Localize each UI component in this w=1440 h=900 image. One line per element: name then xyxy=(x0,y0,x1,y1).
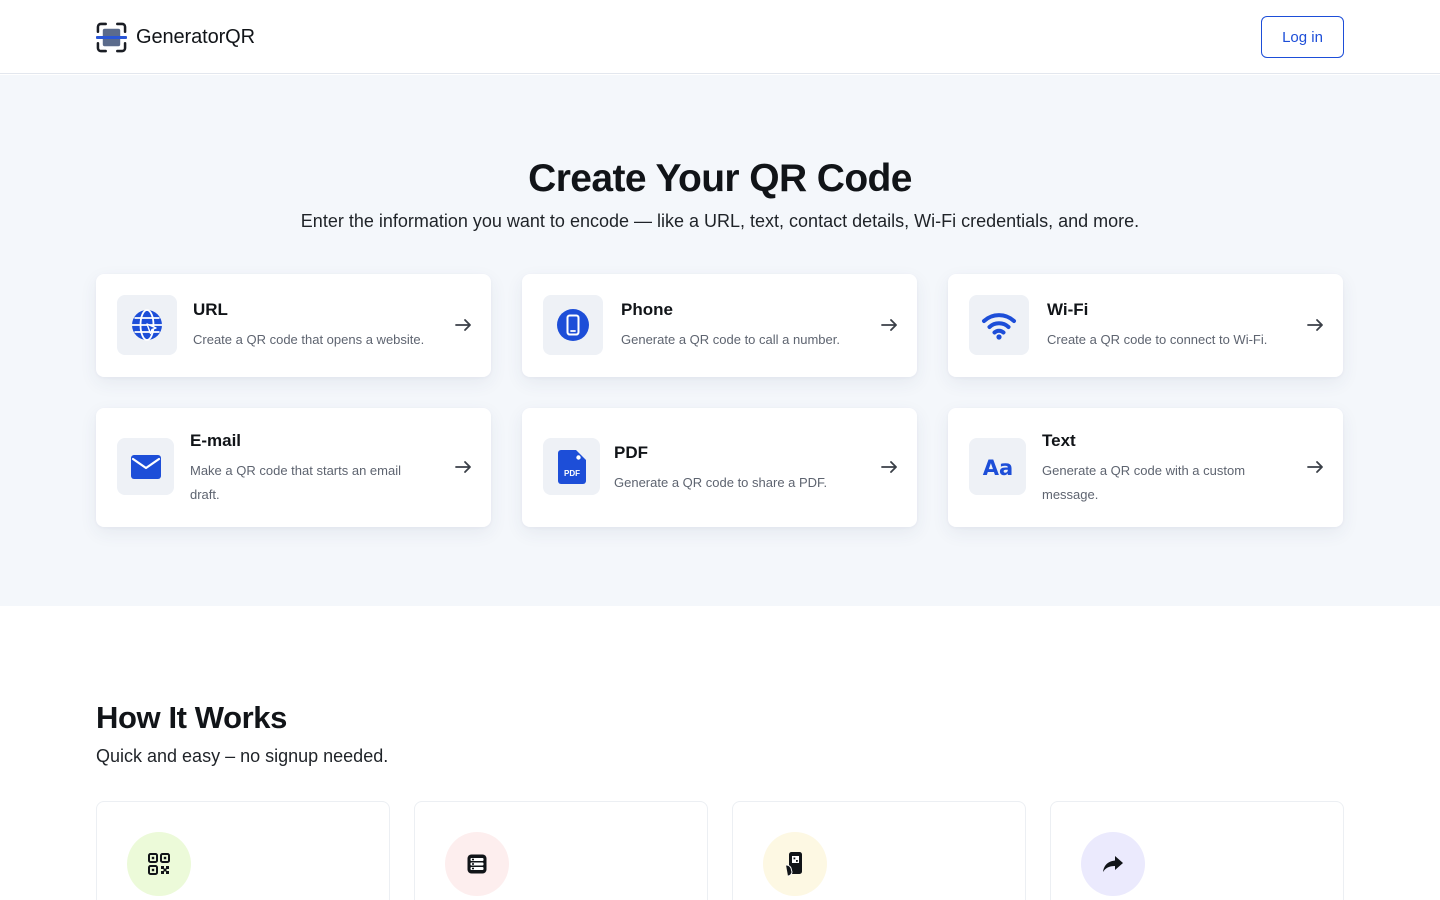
mail-icon xyxy=(117,438,174,495)
arrow-right-icon xyxy=(879,315,899,335)
pdf-file-icon: PDF xyxy=(543,438,600,495)
hero-section: Create Your QR Code Enter the informatio… xyxy=(0,75,1440,606)
card-title: Text xyxy=(1042,431,1076,450)
text-aa-icon: Aa xyxy=(969,438,1026,495)
share-arrow-icon xyxy=(1081,832,1145,896)
top-header: GeneratorQR Log in xyxy=(0,0,1440,74)
step-card-3 xyxy=(732,801,1026,900)
svg-text:Aa: Aa xyxy=(982,456,1012,479)
card-description: Create a QR code to connect to Wi-Fi. xyxy=(1047,332,1268,347)
card-title: E-mail xyxy=(190,431,242,450)
globe-icon xyxy=(117,295,177,355)
how-it-works-subtitle: Quick and easy – no signup needed. xyxy=(96,746,389,766)
qr-type-card-phone[interactable]: Phone Generate a QR code to call a numbe… xyxy=(522,274,917,377)
qr-type-card-wifi[interactable]: Wi-Fi Create a QR code to connect to Wi-… xyxy=(948,274,1343,377)
step-card-4 xyxy=(1050,801,1344,900)
wifi-icon xyxy=(969,295,1029,355)
step-card-2 xyxy=(414,801,708,900)
card-title: Phone xyxy=(621,300,673,319)
card-title: URL xyxy=(193,300,228,319)
card-description: Generate a QR code to share a PDF. xyxy=(614,475,828,490)
arrow-right-icon xyxy=(453,457,473,477)
qr-type-card-pdf[interactable]: PDF PDF Generate a QR code to share a PD… xyxy=(522,408,917,527)
qr-code-icon xyxy=(127,832,191,896)
card-title: PDF xyxy=(614,443,648,462)
arrow-right-icon xyxy=(453,315,473,335)
phone-icon xyxy=(543,295,603,355)
card-title: Wi-Fi xyxy=(1047,300,1089,319)
arrow-right-icon xyxy=(879,457,899,477)
card-description: Create a QR code that opens a website. xyxy=(193,332,425,347)
step-card-1 xyxy=(96,801,390,900)
how-it-works-title: How It Works xyxy=(96,700,287,735)
brand-name: GeneratorQR xyxy=(136,25,255,48)
qr-type-card-url[interactable]: URL Create a QR code that opens a websit… xyxy=(96,274,491,377)
qr-scan-logo-icon xyxy=(96,22,127,53)
arrow-right-icon xyxy=(1305,315,1325,335)
page-subtitle: Enter the information you want to encode… xyxy=(300,211,1140,231)
qr-list-icon xyxy=(445,832,509,896)
card-description: Generate a QR code with a custom message… xyxy=(1042,463,1246,502)
page-title: Create Your QR Code xyxy=(528,157,912,200)
qr-type-card-text[interactable]: Aa Text Generate a QR code with a custom… xyxy=(948,408,1343,527)
svg-text:PDF: PDF xyxy=(564,469,580,478)
arrow-right-icon xyxy=(1305,457,1325,477)
login-button[interactable]: Log in xyxy=(1261,16,1344,58)
card-description: Make a QR code that starts an email draf… xyxy=(190,463,401,502)
card-description: Generate a QR code to call a number. xyxy=(621,332,840,347)
phone-scan-icon xyxy=(763,832,827,896)
qr-type-card-email[interactable]: E-mail Make a QR code that starts an ema… xyxy=(96,408,491,527)
brand-logo[interactable]: GeneratorQR xyxy=(96,21,255,53)
